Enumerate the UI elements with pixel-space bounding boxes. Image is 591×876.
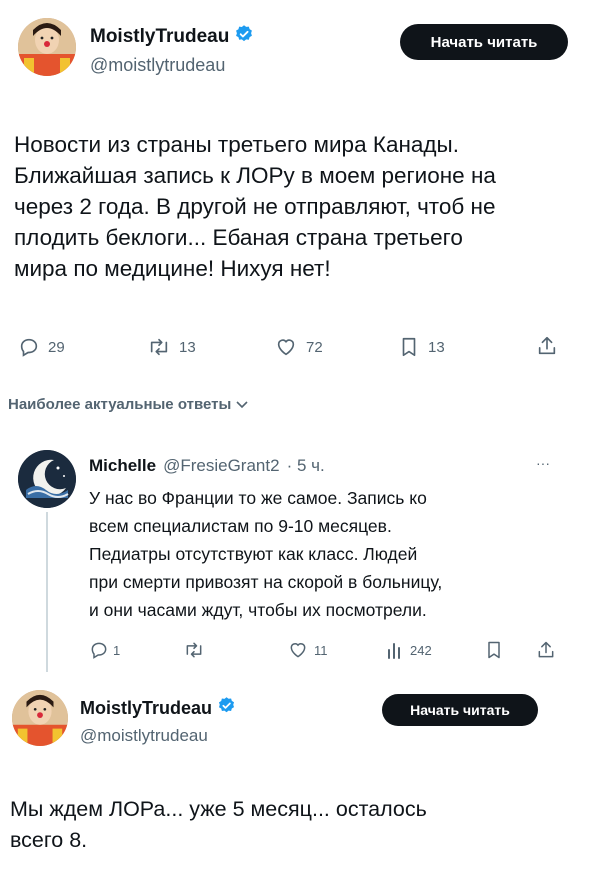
author-avatar[interactable] [12, 690, 68, 746]
post-text-line: Мы ждем ЛОРа... уже 5 месяц... осталось [10, 797, 427, 821]
reply-share-action[interactable] [536, 639, 556, 661]
post-text: Новости из страны третьего мира Канады. … [14, 129, 584, 284]
reply-text-line: всем специалистам по 9-10 месяцев. [89, 516, 392, 536]
avatar-image [18, 450, 76, 508]
reply-author-name[interactable]: Michelle [89, 456, 156, 476]
share-icon [538, 336, 556, 355]
more-options-icon[interactable]: ··· [536, 455, 550, 471]
avatar-image [18, 18, 76, 76]
verified-badge-icon [234, 24, 254, 49]
author-handle[interactable]: @moistlytrudeau [90, 55, 225, 76]
reply-views-count: 242 [410, 642, 432, 658]
bookmark-count: 13 [428, 338, 445, 356]
bookmark-icon [488, 641, 500, 659]
author-handle[interactable]: @moistlytrudeau [80, 726, 208, 746]
repost-action[interactable]: 13 [147, 336, 196, 358]
repost-icon [150, 338, 168, 356]
reply-author-handle[interactable]: @FresieGrant2 [163, 456, 279, 476]
post-text-line: Ближайшая запись к ЛОРу в моем регионе н… [14, 163, 496, 188]
reply-reply-count: 1 [113, 642, 121, 658]
reply-reply-action[interactable]: 1 [89, 640, 120, 660]
post-text: Мы ждем ЛОРа... уже 5 месяц... осталось … [10, 794, 580, 856]
reply-author-avatar[interactable] [18, 450, 76, 508]
thread-line [46, 512, 48, 672]
author-name[interactable]: MoistlyTrudeau [90, 26, 229, 48]
reply-text-line: У нас во Франции то же самое. Запись ко [89, 488, 427, 508]
reply-action[interactable]: 29 [18, 336, 65, 358]
repost-count: 13 [179, 338, 196, 356]
like-action[interactable]: 72 [274, 336, 323, 358]
author-avatar[interactable] [18, 18, 76, 76]
post-text-line: плодить беклоги... Ебаная страна третьег… [14, 225, 463, 250]
reply-icon [91, 642, 107, 659]
heart-icon [277, 339, 295, 356]
reply-bookmark-action[interactable] [484, 640, 504, 660]
reply-text-line: при смерти привозят на скорой в больницу… [89, 572, 443, 592]
verified-badge-icon [217, 696, 236, 720]
reply-timestamp[interactable]: · 5 ч. [287, 456, 325, 476]
repost-icon [186, 642, 202, 658]
post-text-line: всего 8. [10, 828, 88, 852]
share-icon [538, 641, 554, 658]
follow-button[interactable]: Начать читать [400, 24, 568, 60]
reply-count: 29 [48, 338, 65, 356]
views-chart-icon [388, 643, 400, 659]
share-action[interactable] [536, 334, 558, 358]
reply-like-count: 11 [314, 642, 328, 658]
reply-views-action[interactable]: 242 [386, 640, 432, 660]
reply-text: У нас во Франции то же самое. Запись ко … [89, 484, 569, 624]
chevron-down-icon [236, 400, 248, 408]
reply-icon [20, 338, 38, 357]
avatar-image [12, 690, 68, 746]
bookmark-action[interactable]: 13 [398, 336, 445, 358]
reply-text-line: и они часами ждут, чтобы их посмотрели. [89, 600, 427, 620]
bookmark-icon [402, 337, 416, 357]
replies-sort-label: Наиболее актуальные ответы [8, 396, 232, 413]
reply-like-action[interactable]: 11 [288, 640, 328, 660]
heart-icon [290, 643, 306, 658]
author-name[interactable]: MoistlyTrudeau [80, 698, 212, 719]
reply-text-line: Педиатры отсутствуют как класс. Людей [89, 544, 418, 564]
post-text-line: мира по медицине! Нихуя нет! [14, 256, 331, 281]
like-count: 72 [306, 338, 323, 356]
reply-repost-action[interactable] [183, 640, 213, 660]
post-text-line: через 2 года. В другой не отправляют, чт… [14, 194, 496, 219]
replies-sort-toggle[interactable]: Наиболее актуальные ответы [8, 396, 248, 413]
follow-button[interactable]: Начать читать [382, 694, 538, 726]
post-text-line: Новости из страны третьего мира Канады. [14, 132, 459, 157]
